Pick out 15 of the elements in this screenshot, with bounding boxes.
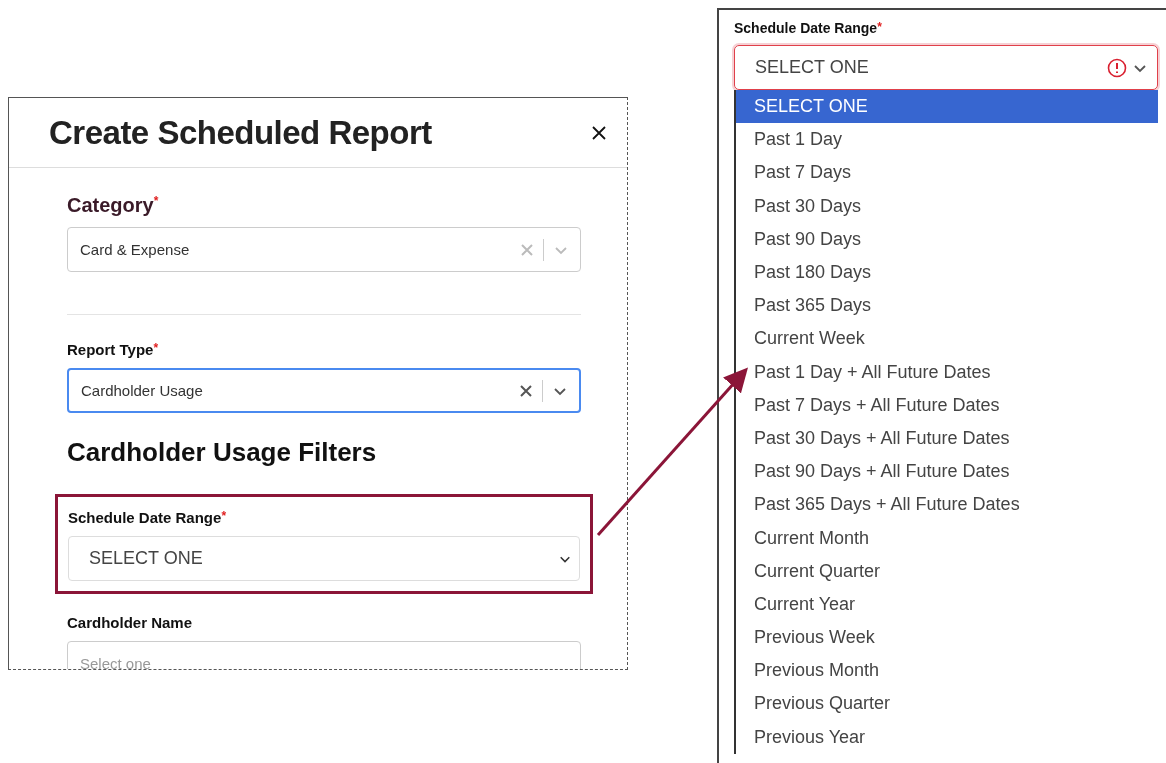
close-icon: [591, 124, 607, 141]
field-label: Cardholder Name: [67, 614, 194, 631]
select-field[interactable]: Cardholder Usage: [67, 368, 581, 413]
error-icon: [1107, 57, 1127, 78]
select-field[interactable]: SELECT ONE: [734, 45, 1158, 90]
dropdown-option[interactable]: SELECT ONE: [736, 90, 1158, 124]
field-label: Schedule Date Range*: [68, 509, 228, 526]
dialog-title: Create Scheduled Report: [49, 113, 432, 152]
select-field[interactable]: Card & Expense: [67, 227, 581, 272]
field-label: Schedule Date Range*: [734, 20, 883, 36]
field-label: Report Type*: [67, 341, 160, 358]
clear-icon[interactable]: [520, 384, 532, 397]
section-title: Cardholder Usage Filters: [67, 437, 378, 468]
select-field[interactable]: SELECT ONE: [68, 536, 580, 581]
field-label: Category*: [67, 194, 160, 217]
